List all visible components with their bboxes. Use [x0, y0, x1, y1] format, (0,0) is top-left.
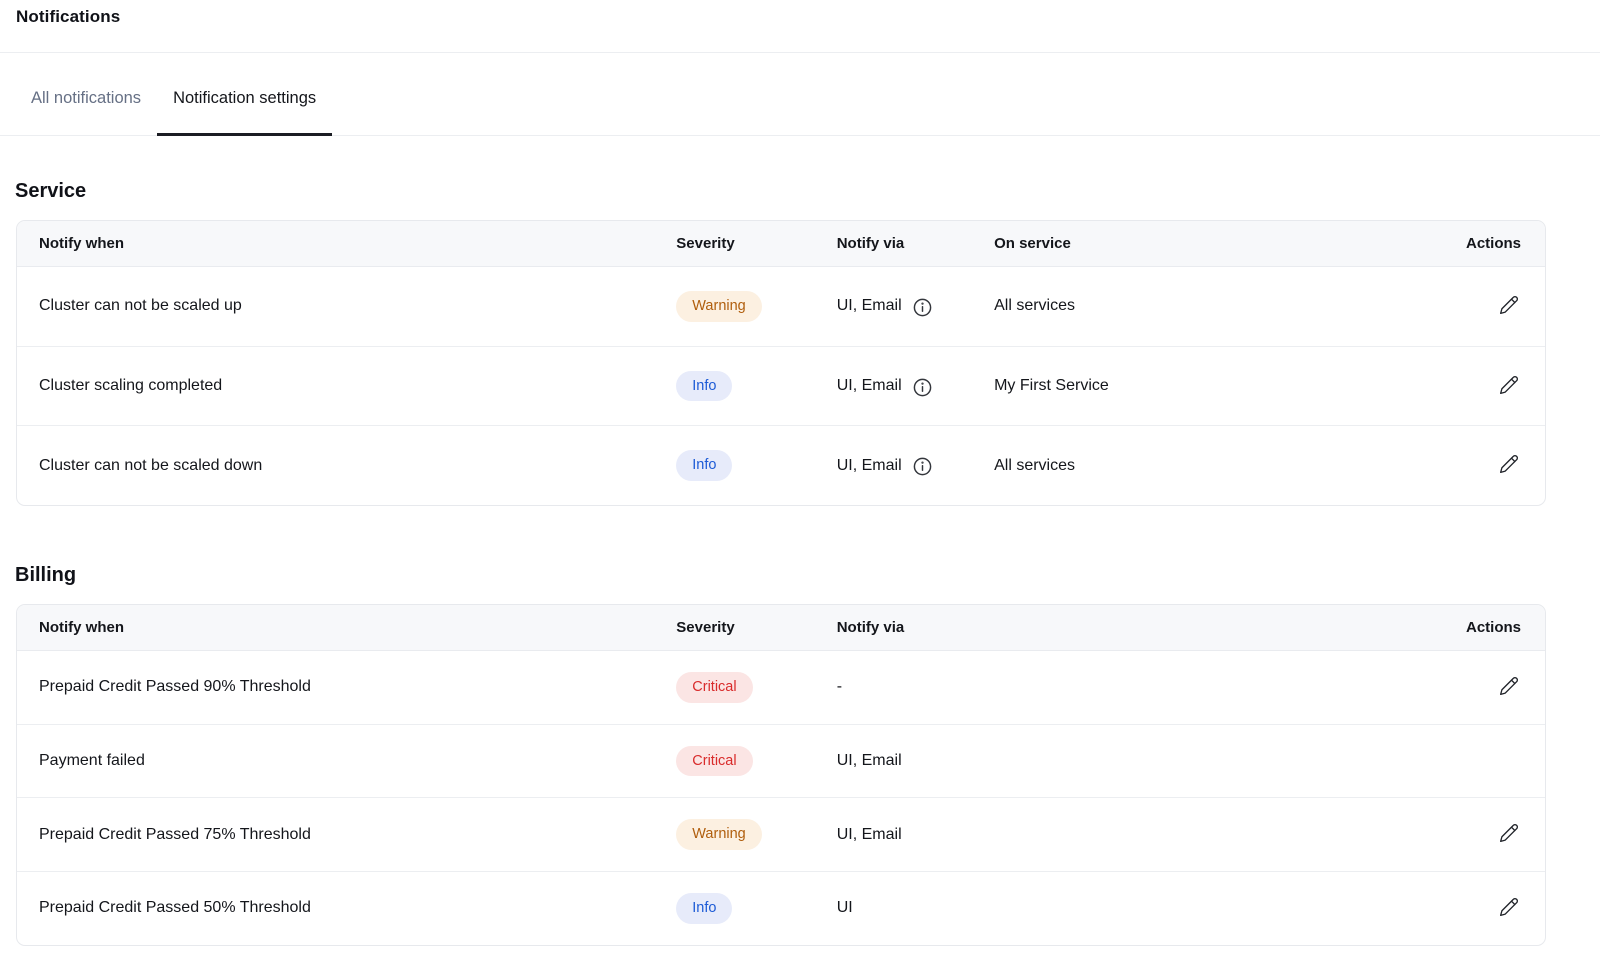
notify-when-cell: Prepaid Credit Passed 90% Threshold — [17, 651, 660, 725]
section-billing: Billing Notify whenSeverityNotify viaActi… — [16, 564, 1546, 946]
notify-via-value: UI, Email — [837, 457, 902, 475]
notify-via-value: UI — [837, 899, 853, 917]
severity-badge: Warning — [676, 819, 761, 850]
billing-table: Notify whenSeverityNotify viaActionsPrep… — [16, 604, 1546, 946]
page-title: Notifications — [16, 7, 1600, 27]
page-header: Notifications — [0, 0, 1600, 53]
column-header-notify-when: Notify when — [17, 221, 660, 267]
actions-cell — [1378, 724, 1545, 798]
notify-via-cell: UI, Email — [821, 267, 978, 347]
table-row: Payment failed Critical UI, Email — [17, 724, 1545, 798]
notify-when-cell: Prepaid Credit Passed 50% Threshold — [17, 872, 660, 945]
notify-via-cell: UI — [821, 872, 1379, 945]
notify-when-cell: Prepaid Credit Passed 75% Threshold — [17, 798, 660, 872]
actions-cell — [1378, 651, 1545, 725]
table-row: Prepaid Credit Passed 90% Threshold Criti… — [17, 651, 1545, 725]
notify-via-value: - — [837, 678, 842, 696]
severity-badge: Info — [676, 371, 732, 402]
pencil-icon — [1499, 383, 1519, 398]
column-header-notify-via: Notify via — [821, 221, 978, 267]
table-header-row: Notify whenSeverityNotify viaOn serviceA… — [17, 221, 1545, 267]
severity-cell: Warning — [660, 267, 820, 347]
severity-badge: Info — [676, 893, 732, 924]
edit-button[interactable] — [1497, 674, 1521, 698]
section-heading: Billing — [15, 564, 1546, 587]
table-row: Prepaid Credit Passed 75% Threshold Warni… — [17, 798, 1545, 872]
notify-via-value: UI, Email — [837, 297, 902, 315]
notify-via-cell: UI, Email — [821, 346, 978, 426]
on-service-cell: My First Service — [978, 346, 1378, 426]
table-header-row: Notify whenSeverityNotify viaActions — [17, 605, 1545, 651]
edit-button[interactable] — [1497, 895, 1521, 919]
column-header-actions: Actions — [1378, 605, 1545, 651]
info-icon[interactable] — [912, 297, 933, 318]
service-table: Notify whenSeverityNotify viaOn serviceA… — [16, 220, 1546, 506]
pencil-icon — [1499, 684, 1519, 699]
column-header-severity: Severity — [660, 605, 820, 651]
section-heading: Service — [15, 180, 1546, 203]
severity-badge: Critical — [676, 746, 752, 777]
tab-bar: All notificationsNotification settings — [0, 53, 1600, 136]
severity-cell: Info — [660, 346, 820, 426]
info-icon[interactable] — [912, 456, 933, 477]
actions-cell — [1378, 872, 1545, 945]
info-icon[interactable] — [912, 377, 933, 398]
edit-button[interactable] — [1497, 293, 1521, 317]
pencil-icon — [1499, 303, 1519, 318]
on-service-cell: All services — [978, 426, 1378, 505]
notify-via-value: UI, Email — [837, 826, 902, 844]
tab-all-notifications[interactable]: All notifications — [15, 89, 157, 136]
table-row: Prepaid Credit Passed 50% Threshold Info U… — [17, 872, 1545, 945]
table-row: Cluster can not be scaled up Warning UI, E… — [17, 267, 1545, 347]
severity-badge: Warning — [676, 291, 761, 322]
pencil-icon — [1499, 831, 1519, 846]
column-header-notify-when: Notify when — [17, 605, 660, 651]
severity-badge: Critical — [676, 672, 752, 703]
table-row: Cluster can not be scaled down Info UI, Em… — [17, 426, 1545, 505]
actions-cell — [1378, 346, 1545, 426]
notify-when-cell: Payment failed — [17, 724, 660, 798]
column-header-notify-via: Notify via — [821, 605, 1379, 651]
severity-badge: Info — [676, 450, 732, 481]
notify-via-value: UI, Email — [837, 377, 902, 395]
actions-cell — [1378, 267, 1545, 347]
notify-via-cell: UI, Email — [821, 426, 978, 505]
notify-when-cell: Cluster can not be scaled up — [17, 267, 660, 347]
section-service: Service Notify whenSeverityNotify viaOn s… — [16, 180, 1546, 506]
edit-button[interactable] — [1497, 821, 1521, 845]
severity-cell: Info — [660, 872, 820, 945]
notify-via-cell: UI, Email — [821, 724, 1379, 798]
severity-cell: Critical — [660, 724, 820, 798]
actions-cell — [1378, 426, 1545, 505]
column-header-severity: Severity — [660, 221, 820, 267]
column-header-actions: Actions — [1378, 221, 1545, 267]
notify-when-cell: Cluster scaling completed — [17, 346, 660, 426]
tab-notification-settings[interactable]: Notification settings — [157, 89, 332, 136]
notify-via-cell: UI, Email — [821, 798, 1379, 872]
edit-button[interactable] — [1497, 452, 1521, 476]
pencil-icon — [1499, 462, 1519, 477]
severity-cell: Warning — [660, 798, 820, 872]
table-row: Cluster scaling completed Info UI, Email My… — [17, 346, 1545, 426]
main-content: ServiceNotify whenSeverityNotify viaOn s… — [0, 180, 1600, 976]
notify-when-cell: Cluster can not be scaled down — [17, 426, 660, 505]
on-service-cell: All services — [978, 267, 1378, 347]
notify-via-cell: - — [821, 651, 1379, 725]
actions-cell — [1378, 798, 1545, 872]
notify-via-value: UI, Email — [837, 752, 902, 770]
severity-cell: Info — [660, 426, 820, 505]
edit-button[interactable] — [1497, 373, 1521, 397]
column-header-on-service: On service — [978, 221, 1378, 267]
pencil-icon — [1499, 905, 1519, 920]
severity-cell: Critical — [660, 651, 820, 725]
